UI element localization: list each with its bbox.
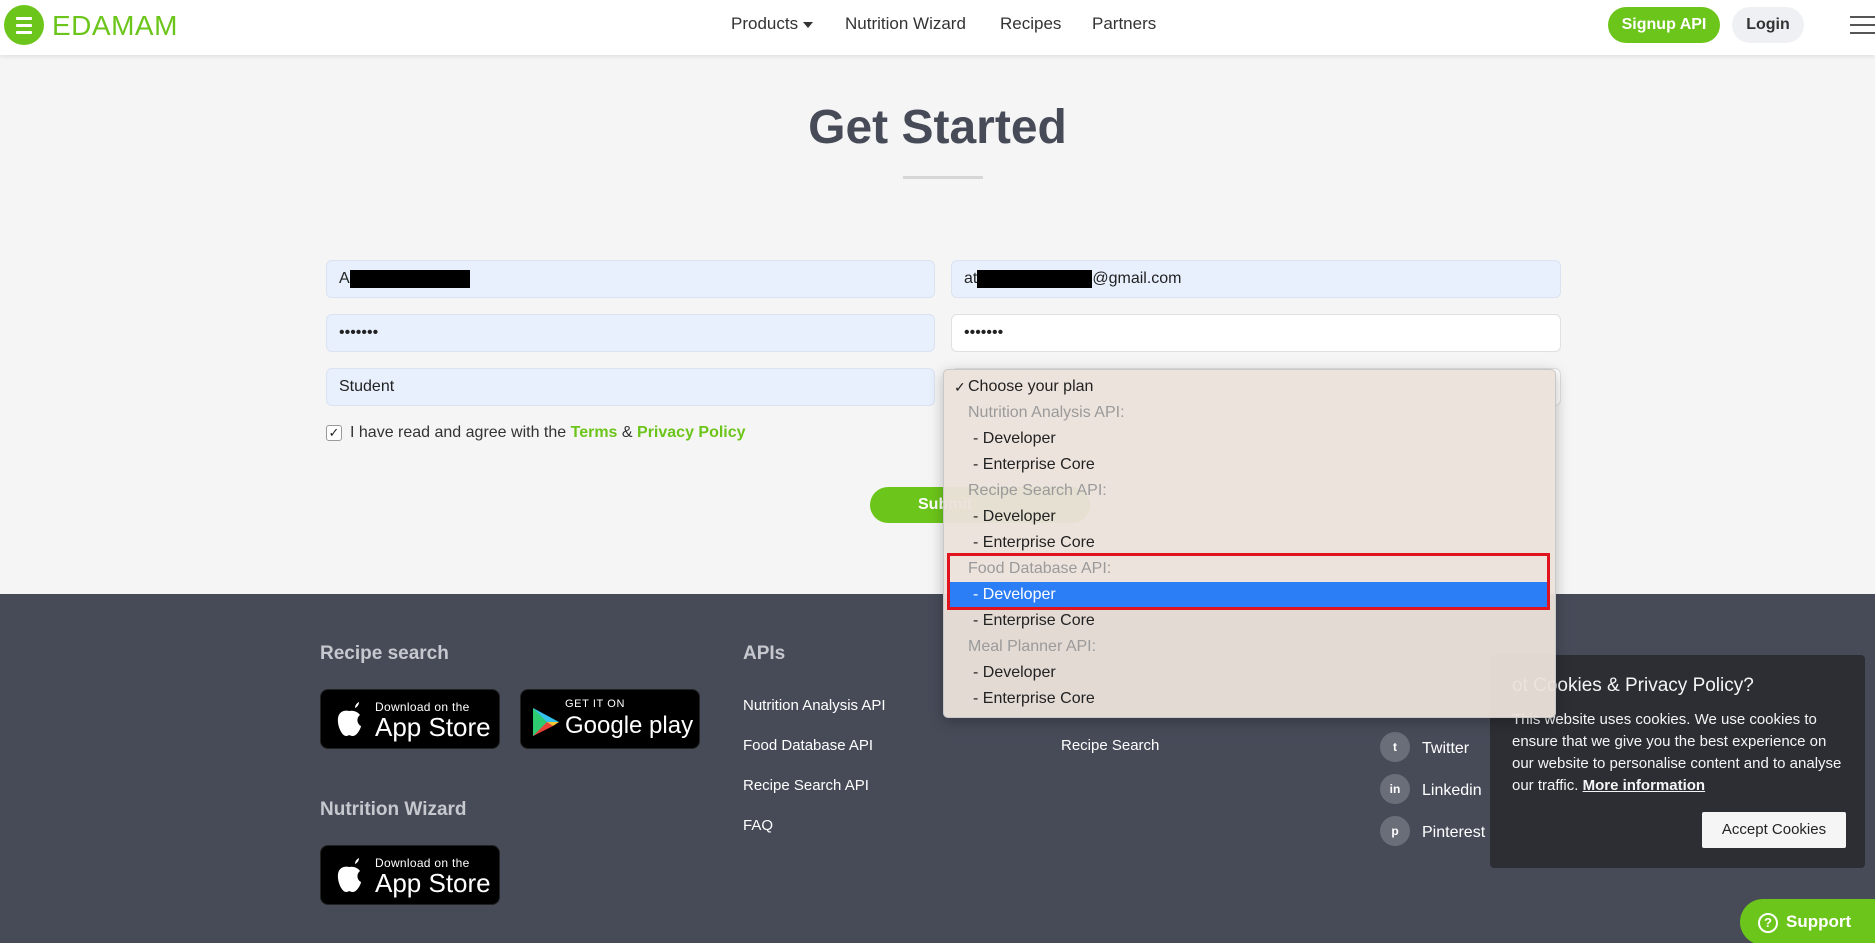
- hamburger-menu-icon[interactable]: [1850, 14, 1875, 36]
- footer-link-linkedin[interactable]: Linkedin: [1422, 782, 1482, 800]
- email-field-suffix: @gmail.com: [1092, 270, 1182, 287]
- footer-link-pinterest[interactable]: Pinterest: [1422, 824, 1485, 842]
- app-store-badge[interactable]: Download on the App Store: [320, 689, 500, 749]
- footer-link-twitter[interactable]: Twitter: [1422, 740, 1469, 758]
- checkmark-icon: ✓: [954, 379, 966, 395]
- nav-nutrition-wizard[interactable]: Nutrition Wizard: [845, 14, 966, 34]
- signup-api-button[interactable]: Signup API: [1608, 7, 1720, 43]
- agree-text: I have read and agree with the: [350, 424, 567, 441]
- redacted-block: [349, 269, 470, 288]
- footer-heading-apis: APIs: [743, 643, 786, 664]
- help-icon: ?: [1758, 912, 1778, 933]
- cookie-more-information-link[interactable]: More information: [1583, 777, 1706, 794]
- nav-partners[interactable]: Partners: [1092, 14, 1156, 34]
- cookie-text: This website uses cookies. We use cookie…: [1512, 709, 1852, 797]
- app-store-big-text: App Store: [375, 868, 491, 898]
- dropdown-option-label: Choose your plan: [968, 378, 1094, 395]
- dropdown-option-meal-developer[interactable]: - Developer: [944, 660, 1555, 686]
- terms-link[interactable]: Terms: [571, 424, 618, 441]
- dropdown-option-nutrition-developer[interactable]: - Developer: [944, 426, 1555, 452]
- nav-products[interactable]: Products: [731, 14, 814, 34]
- dropdown-option-meal-enterprise[interactable]: - Enterprise Core: [944, 686, 1555, 712]
- apple-icon: [337, 702, 361, 736]
- name-field-value: A: [339, 270, 350, 287]
- highlight-annotation-box: [947, 553, 1550, 610]
- organization-field[interactable]: Student: [326, 368, 935, 406]
- logo-text[interactable]: EDAMAM: [52, 10, 178, 42]
- twitter-icon[interactable]: t: [1380, 732, 1410, 762]
- email-field[interactable]: at @gmail.com: [951, 260, 1561, 298]
- google-play-big-text: Google play: [565, 712, 694, 739]
- footer-heading-nutrition-wizard: Nutrition Wizard: [320, 799, 467, 820]
- chevron-down-icon: [803, 21, 814, 28]
- accept-cookies-button[interactable]: Accept Cookies: [1702, 812, 1846, 848]
- footer-link-recipe-search[interactable]: Recipe Search: [1061, 737, 1159, 754]
- app-store-badge-2[interactable]: Download on the App Store: [320, 845, 500, 905]
- apple-icon: [337, 858, 361, 892]
- privacy-policy-link[interactable]: Privacy Policy: [637, 424, 746, 441]
- dropdown-group-recipe-search: Recipe Search API:: [968, 482, 1107, 499]
- support-label: Support: [1786, 912, 1852, 931]
- redacted-block: [977, 269, 1093, 288]
- dropdown-option-choose-plan[interactable]: ✓ Choose your plan: [944, 374, 1555, 400]
- footer-heading-recipe-search: Recipe search: [320, 643, 449, 664]
- menu-logo-icon[interactable]: [4, 5, 44, 45]
- dropdown-option-nutrition-enterprise[interactable]: - Enterprise Core: [944, 452, 1555, 478]
- linkedin-icon[interactable]: in: [1380, 774, 1410, 804]
- login-button[interactable]: Login: [1732, 7, 1804, 43]
- amp-text: &: [621, 424, 633, 441]
- agree-label: I have read and agree with the Terms & P…: [350, 424, 746, 442]
- plan-dropdown-menu: ✓ Choose your plan Nutrition Analysis API…: [943, 369, 1556, 718]
- password-field[interactable]: •••••••: [326, 314, 935, 352]
- footer-link-faq[interactable]: FAQ: [743, 817, 773, 834]
- nav-products-label: Products: [731, 14, 799, 33]
- footer-link-nutrition-analysis-api[interactable]: Nutrition Analysis API: [743, 697, 886, 714]
- google-play-icon: [533, 708, 559, 736]
- footer-link-recipe-search-api[interactable]: Recipe Search API: [743, 777, 869, 794]
- support-button[interactable]: ? Support: [1740, 899, 1875, 943]
- nav-recipes[interactable]: Recipes: [1000, 14, 1061, 34]
- dropdown-group-meal-planner: Meal Planner API:: [968, 638, 1097, 655]
- page-title: Get Started: [808, 101, 1067, 154]
- confirm-password-field[interactable]: •••••••: [951, 314, 1561, 352]
- dropdown-option-recipe-developer[interactable]: - Developer: [944, 504, 1555, 530]
- email-field-prefix: at: [964, 270, 978, 287]
- top-header: EDAMAM Products Nutrition Wizard Recipes…: [0, 0, 1875, 55]
- dropdown-option-food-enterprise[interactable]: - Enterprise Core: [944, 608, 1555, 634]
- google-play-badge[interactable]: GET IT ON Google play: [520, 689, 700, 749]
- app-store-big-text: App Store: [375, 712, 491, 742]
- title-divider: [903, 176, 983, 179]
- agree-checkbox[interactable]: ✓: [326, 425, 342, 441]
- dropdown-group-nutrition-analysis: Nutrition Analysis API:: [968, 404, 1125, 421]
- pinterest-icon[interactable]: p: [1380, 816, 1410, 846]
- footer-link-food-database-api[interactable]: Food Database API: [743, 737, 873, 754]
- name-field[interactable]: A: [326, 260, 935, 298]
- google-play-small-text: GET IT ON: [565, 698, 626, 710]
